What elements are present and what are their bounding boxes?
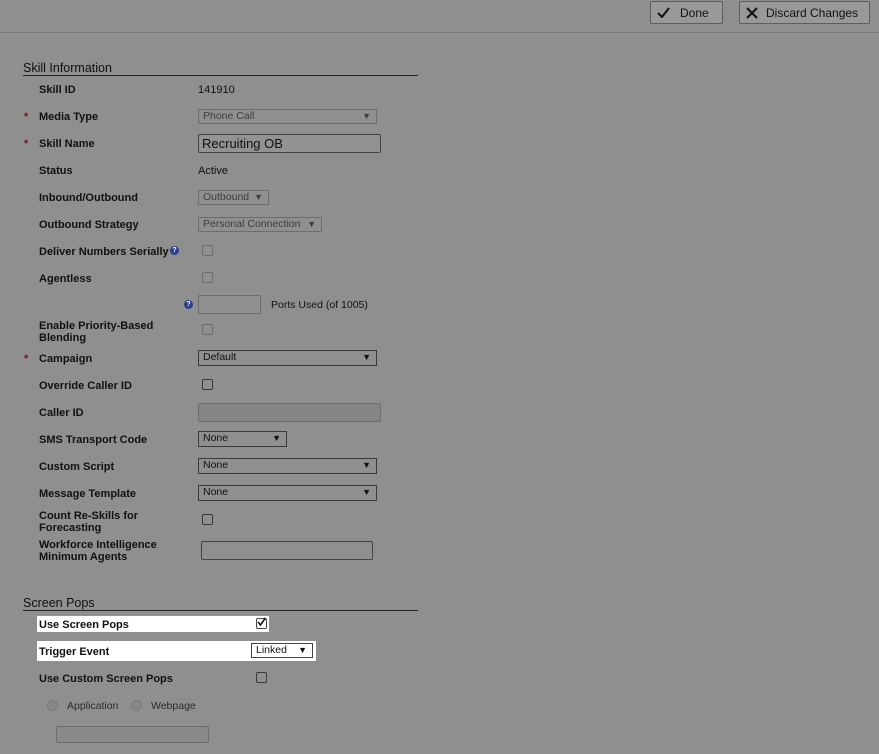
agentless-checkbox[interactable]	[202, 272, 213, 283]
ports-used-label: Ports Used (of 1005)	[271, 299, 368, 311]
top-toolbar: Done Discard Changes	[0, 0, 879, 33]
outbound-strategy-select[interactable]: Personal Connection ▼	[198, 217, 322, 232]
custom-script-label: Custom Script	[39, 461, 115, 473]
webpage-radio[interactable]	[131, 700, 142, 711]
chevron-down-icon: ▼	[362, 352, 371, 362]
chevron-down-icon: ▼	[362, 111, 371, 121]
count-reskills-checkbox[interactable]	[202, 514, 213, 525]
priority-blending-label-line2: Blending	[39, 332, 87, 344]
skill-information-title: Skill Information	[23, 61, 112, 75]
webpage-label: Webpage	[151, 700, 196, 712]
chevron-down-icon: ▼	[362, 487, 371, 497]
trigger-event-select[interactable]: Linked ▼	[251, 643, 313, 658]
use-screen-pops-label: Use Screen Pops	[39, 619, 129, 631]
skill-name-label: Skill Name	[39, 138, 95, 150]
screen-pop-url-input[interactable]	[56, 726, 209, 743]
wfi-label-line1: Workforce Intelligence	[39, 539, 157, 551]
deliver-numbers-checkbox[interactable]	[202, 245, 213, 256]
sms-transport-value: None	[203, 432, 229, 444]
done-label: Done	[680, 5, 709, 20]
custom-script-value: None	[203, 459, 229, 471]
skill-name-input[interactable]: Recruiting OB	[198, 134, 381, 153]
chevron-down-icon: ▼	[307, 219, 316, 229]
trigger-event-label: Trigger Event	[39, 646, 110, 658]
count-reskills-label-line1: Count Re-Skills for	[39, 510, 139, 522]
chevron-down-icon: ▼	[254, 192, 263, 202]
required-marker: *	[24, 111, 29, 123]
use-custom-screen-pops-checkbox[interactable]	[256, 672, 267, 683]
outbound-strategy-label: Outbound Strategy	[39, 219, 139, 231]
application-label: Application	[67, 700, 119, 712]
inbound-outbound-value: Outbound	[203, 191, 250, 203]
use-screen-pops-checkbox[interactable]	[256, 617, 267, 629]
deliver-numbers-label: Deliver Numbers Serially	[39, 246, 169, 258]
wfi-min-agents-input[interactable]	[201, 541, 373, 560]
outbound-strategy-value: Personal Connection	[203, 218, 301, 230]
message-template-select[interactable]: None ▼	[198, 485, 377, 501]
override-caller-id-checkbox[interactable]	[202, 379, 213, 390]
media-type-select[interactable]: Phone Call ▼	[198, 109, 377, 124]
campaign-label: Campaign	[39, 353, 93, 365]
discard-label: Discard Changes	[766, 5, 859, 20]
caller-id-input[interactable]	[198, 403, 381, 422]
application-radio[interactable]	[47, 700, 58, 711]
inbound-outbound-select[interactable]: Outbound ▼	[198, 190, 269, 205]
close-icon	[746, 6, 758, 19]
section-divider	[23, 610, 418, 611]
screen-pops-title: Screen Pops	[23, 596, 95, 610]
status-label: Status	[39, 165, 73, 177]
campaign-value: Default	[203, 351, 237, 363]
required-marker: *	[24, 353, 29, 365]
message-template-label: Message Template	[39, 488, 137, 500]
status-value: Active	[198, 165, 228, 177]
inbound-outbound-label: Inbound/Outbound	[39, 192, 138, 204]
campaign-select[interactable]: Default ▼	[198, 350, 377, 366]
discard-changes-button[interactable]: Discard Changes	[739, 1, 870, 24]
chevron-down-icon: ▼	[362, 460, 371, 470]
done-button[interactable]: Done	[650, 1, 723, 24]
help-icon[interactable]: ?	[170, 246, 179, 255]
priority-blending-label-line1: Enable Priority-Based	[39, 320, 154, 332]
custom-script-select[interactable]: None ▼	[198, 458, 377, 474]
media-type-label: Media Type	[39, 111, 99, 123]
override-caller-id-label: Override Caller ID	[39, 380, 132, 392]
use-custom-screen-pops-label: Use Custom Screen Pops	[39, 673, 173, 685]
trigger-event-value: Linked	[256, 644, 287, 656]
count-reskills-label-line2: Forecasting	[39, 522, 102, 534]
chevron-down-icon: ▼	[272, 433, 281, 443]
ports-input[interactable]	[198, 295, 261, 314]
required-marker: *	[24, 138, 29, 150]
sms-transport-label: SMS Transport Code	[39, 434, 148, 446]
sms-transport-select[interactable]: None ▼	[198, 431, 287, 447]
help-icon[interactable]: ?	[184, 300, 193, 309]
skill-id-value: 141910	[198, 84, 235, 96]
checkmark-icon	[257, 617, 267, 627]
agentless-label: Agentless	[39, 273, 92, 285]
checkmark-icon	[657, 7, 670, 18]
section-divider	[23, 75, 418, 76]
skill-id-label: Skill ID	[39, 84, 76, 96]
chevron-down-icon: ▼	[298, 645, 307, 655]
priority-blending-checkbox[interactable]	[202, 324, 213, 335]
message-template-value: None	[203, 486, 229, 498]
caller-id-label: Caller ID	[39, 407, 84, 419]
media-type-value: Phone Call	[203, 110, 255, 122]
wfi-label-line2: Minimum Agents	[39, 551, 128, 563]
